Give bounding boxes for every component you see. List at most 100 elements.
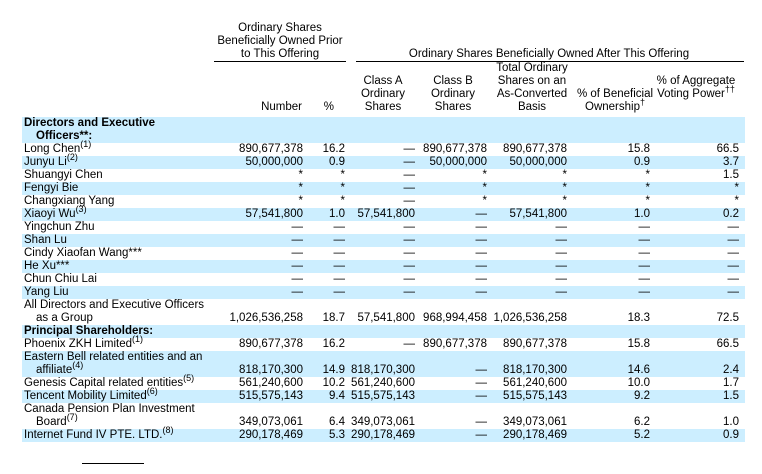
table-row: Internet Fund IV PTE. LTD.(8) 290,178,469… [0, 426, 762, 442]
header-beneficial: % of Beneficial Ownership† [572, 88, 658, 114]
header-voting-text: % of Aggregate Voting Power [656, 75, 736, 100]
cell-class-a: 561,240,600 [351, 377, 415, 389]
cell-class-b: — [475, 247, 488, 259]
row-label-text: Junyu Li [24, 156, 67, 168]
cell-total: 349,073,061 [503, 416, 567, 428]
cell-pct: — [333, 260, 346, 272]
table-row: Principal Shareholders: [0, 325, 762, 338]
cell-class-a: — [403, 143, 416, 155]
cell-class-a: 57,541,800 [357, 312, 415, 324]
cell-beneficial: 1.0 [634, 208, 650, 220]
cell-class-b: — [475, 377, 488, 389]
cell-number: — [291, 247, 304, 259]
row-label: He Xu*** [24, 260, 69, 273]
cell-beneficial: * [645, 195, 650, 207]
row-label-text: Chun Chiu Lai [24, 273, 97, 285]
cell-beneficial: 5.2 [634, 429, 650, 441]
cell-beneficial: 15.8 [627, 143, 650, 155]
cell-voting: 1.5 [723, 169, 739, 181]
row-label: Canada Pension Plan Investment [24, 403, 195, 416]
cell-class-a: — [403, 260, 416, 272]
cell-pct: 16.2 [322, 143, 345, 155]
row-label-text: Fengyi Bie [24, 182, 79, 194]
cell-beneficial: * [645, 182, 650, 194]
cell-class-a: 515,575,143 [351, 390, 415, 402]
cell-total: — [555, 286, 568, 298]
cell-beneficial: 14.6 [627, 364, 650, 376]
cell-class-a: 349,073,061 [351, 416, 415, 428]
cell-class-a: 818,170,300 [351, 364, 415, 376]
cell-voting: — [727, 286, 740, 298]
row-label-text: Changxiang Yang [24, 195, 115, 207]
cell-beneficial: — [638, 221, 651, 233]
cell-class-b: 890,677,378 [423, 338, 487, 350]
row-label: Junyu Li(2) [24, 153, 78, 169]
cell-total: * [562, 195, 567, 207]
cell-pct: 6.4 [329, 416, 345, 428]
cell-pct: — [333, 234, 346, 246]
cell-total: 515,575,143 [503, 390, 567, 402]
row-label-text: Shan Lu [24, 234, 67, 246]
table-row: Yang Liu — — — — — — — [0, 286, 762, 299]
row-label: Internet Fund IV PTE. LTD.(8) [24, 426, 173, 442]
cell-class-b: — [475, 273, 488, 285]
cell-voting: — [727, 273, 740, 285]
row-label: Changxiang Yang [24, 195, 114, 208]
table-row: Junyu Li(2) 50,000,000 0.9 — 50,000,000 50,00… [0, 153, 762, 169]
row-label-text: Phoenix ZKH Limited [24, 338, 133, 350]
cell-voting: 2.4 [723, 364, 739, 376]
cell-class-a: — [403, 234, 416, 246]
table-row: All Directors and Executive Officers [0, 299, 762, 312]
cell-beneficial: 0.9 [634, 156, 650, 168]
table-row: Yingchun Zhu — — — — — — — [0, 221, 762, 234]
cell-pct: — [333, 221, 346, 233]
cell-pct: 16.2 [322, 338, 345, 350]
row-label-text: Shuangyi Chen [24, 169, 103, 181]
cell-number: 515,575,143 [239, 390, 303, 402]
cell-class-a: — [403, 182, 416, 194]
cell-pct: 14.9 [322, 364, 345, 376]
cell-number: * [298, 169, 303, 181]
cell-pct: — [333, 247, 346, 259]
row-label-text: Xiaoyi Wu [24, 208, 76, 220]
cell-beneficial: — [638, 247, 651, 259]
row-label: Xiaoyi Wu(3) [24, 205, 87, 221]
row-label-text: All Directors and Executive Officers [24, 299, 205, 311]
header-class-b: Class B Ordinary Shares [430, 75, 476, 113]
cell-class-b: * [482, 169, 487, 181]
cell-class-b: — [475, 208, 488, 220]
cell-total: 50,000,000 [509, 156, 567, 168]
cell-class-b: — [475, 364, 488, 376]
cell-beneficial: 9.2 [634, 390, 650, 402]
footnote-ref: (5) [183, 373, 195, 384]
cell-pct: * [340, 182, 345, 194]
row-label-text: Yang Liu [24, 286, 69, 298]
table-row: He Xu*** — — — — — — — [0, 260, 762, 273]
table-row: Directors and Executive [0, 117, 762, 130]
row-label-text: as a Group [36, 312, 93, 324]
cell-number: — [291, 260, 304, 272]
cell-pct: 9.4 [329, 390, 345, 402]
cell-total: — [555, 234, 568, 246]
cell-total: 890,677,378 [503, 338, 567, 350]
header-voting: % of Aggregate Voting Power†† [650, 75, 742, 101]
cell-number: * [298, 182, 303, 194]
row-label: as a Group [36, 312, 93, 325]
cell-class-b: * [482, 182, 487, 194]
cell-class-b: 890,677,378 [423, 143, 487, 155]
cell-voting: 0.2 [723, 208, 739, 220]
cell-beneficial: 6.2 [634, 416, 650, 428]
footnote-rule [82, 463, 144, 464]
cell-class-b: 50,000,000 [429, 156, 487, 168]
cell-number: 50,000,000 [245, 156, 303, 168]
table-row: Officers**: [0, 130, 762, 143]
row-label: Chun Chiu Lai [24, 273, 97, 286]
table-row: Long Chen(1) 890,677,378 16.2 — 890,677,378 8… [0, 140, 762, 156]
cell-total: 818,170,300 [503, 364, 567, 376]
cell-class-a: — [403, 169, 416, 181]
row-label-text: Canada Pension Plan Investment [24, 403, 195, 415]
row-label: Yang Liu [24, 286, 69, 299]
footnote-ref: (1) [80, 139, 92, 150]
cell-total: * [562, 182, 567, 194]
cell-beneficial: — [638, 286, 651, 298]
